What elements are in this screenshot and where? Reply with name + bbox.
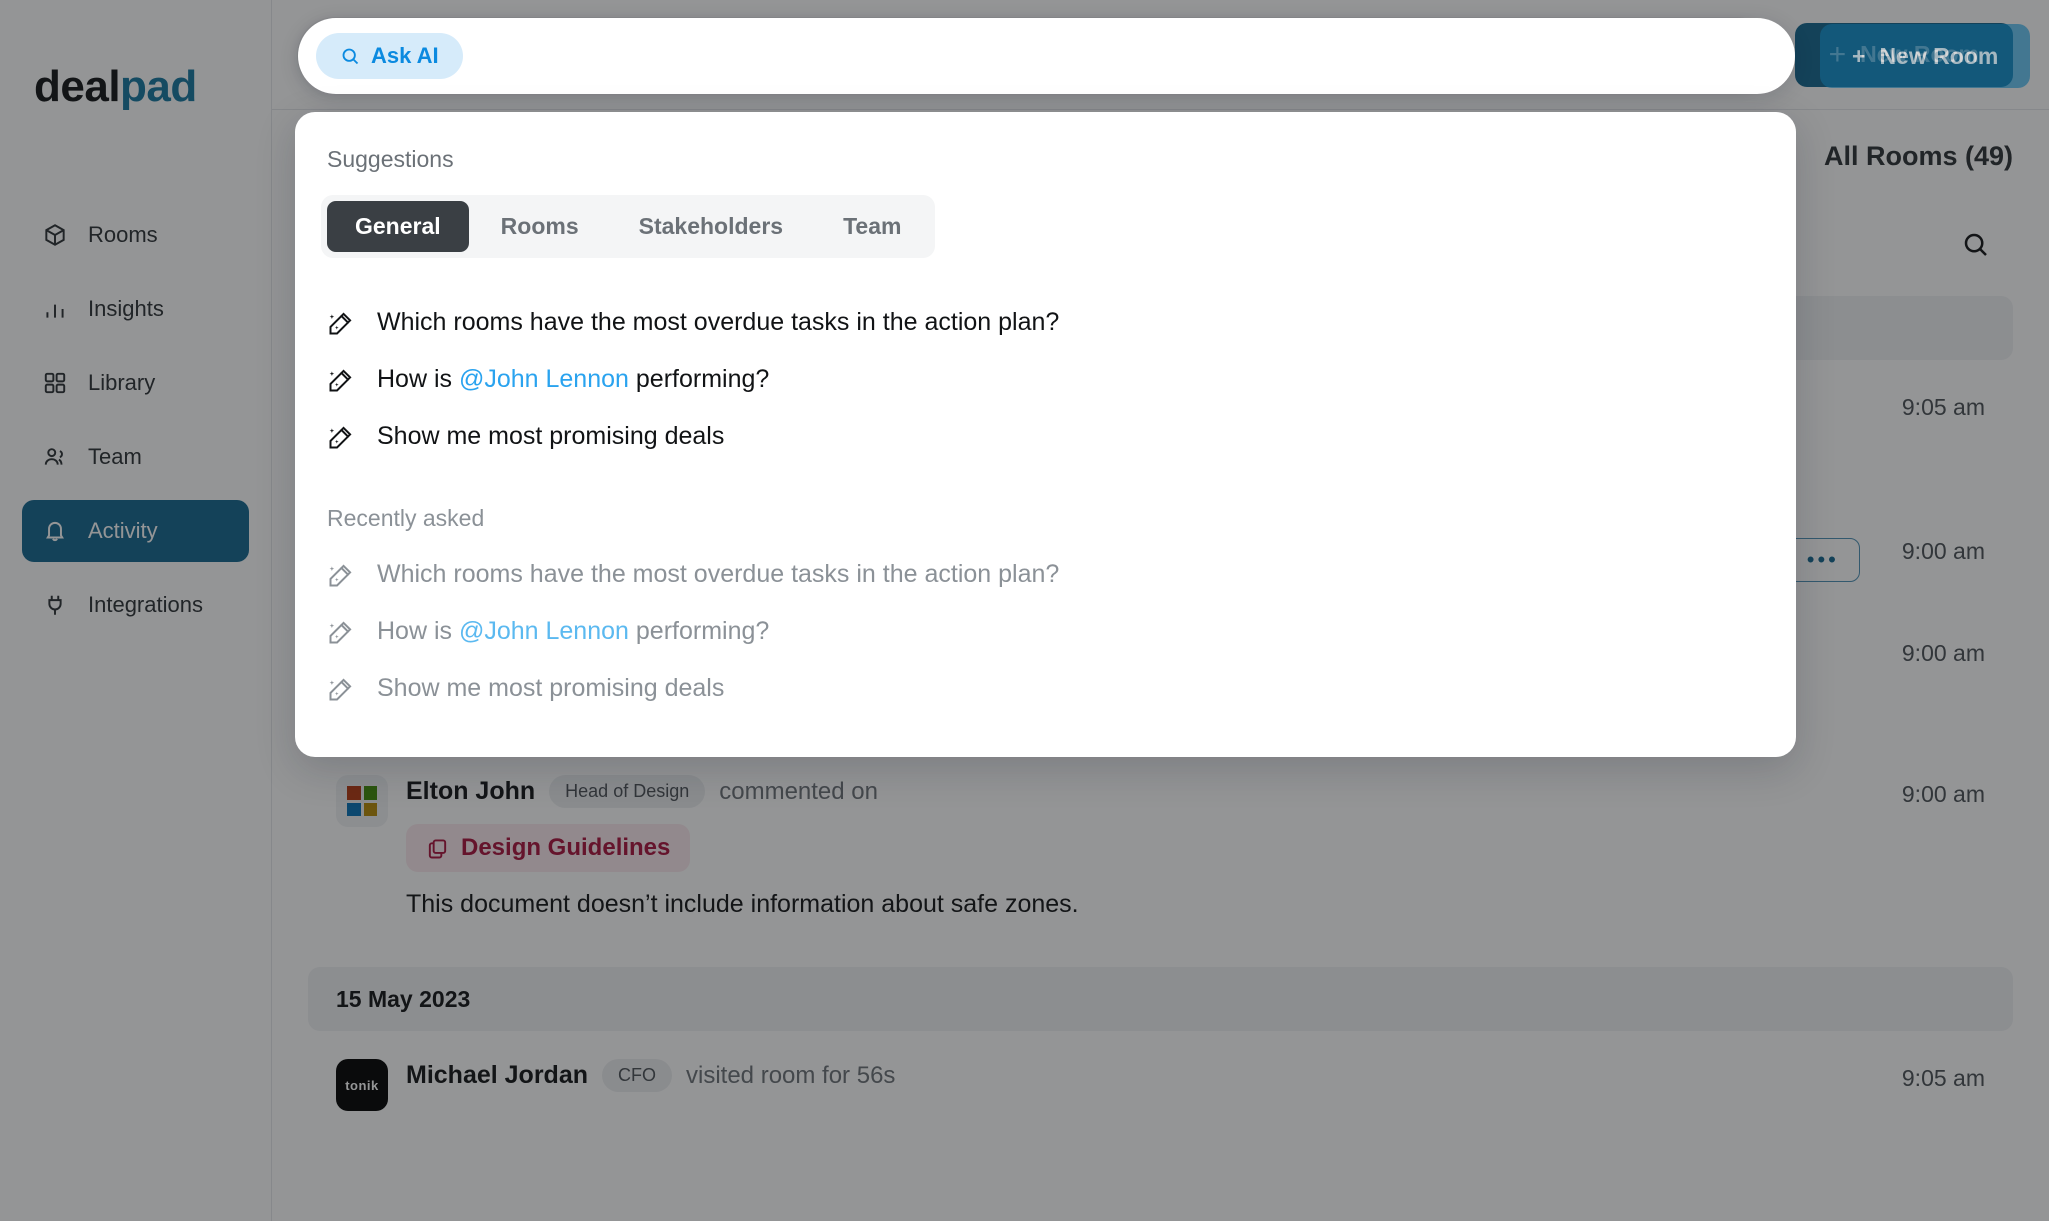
ask-ai-search-bar-active[interactable]: Ask AI <box>298 18 1795 94</box>
new-room-button[interactable]: + New Room <box>1820 24 2031 88</box>
recent-text: How is @John Lennon performing? <box>377 617 770 645</box>
suggestion-text: Which rooms have the most overdue tasks … <box>377 308 1060 336</box>
recent-text: Which rooms have the most overdue tasks … <box>377 560 1060 588</box>
suggestion-tabs: General Rooms Stakeholders Team <box>321 195 936 258</box>
recent-item[interactable]: Which rooms have the most overdue tasks … <box>321 546 1770 603</box>
suggestions-heading: Suggestions <box>327 146 454 172</box>
recent-item[interactable]: How is @John Lennon performing? <box>321 603 1770 660</box>
ask-ai-label: Ask AI <box>371 43 439 68</box>
magic-wand-icon <box>327 561 355 589</box>
magic-wand-icon <box>327 618 355 646</box>
ai-suggestions-panel: Suggestions General Rooms Stakeholders T… <box>295 112 1796 757</box>
suggestion-item[interactable]: How is @John Lennon performing? <box>321 351 1770 408</box>
tab-stakeholders[interactable]: Stakeholders <box>611 201 811 252</box>
magic-wand-icon <box>327 675 355 703</box>
recent-item[interactable]: Show me most promising deals <box>321 660 1770 717</box>
new-room-label: New Room <box>1879 42 1999 69</box>
tab-general[interactable]: General <box>327 201 469 252</box>
magic-wand-icon <box>327 309 355 337</box>
suggestion-item[interactable]: Show me most promising deals <box>321 408 1770 465</box>
mention-token[interactable]: @John Lennon <box>459 365 629 393</box>
search-icon <box>342 48 359 64</box>
plus-icon: + <box>1852 42 1866 69</box>
suggestion-text: How is @John Lennon performing? <box>377 365 770 393</box>
app-root: dealpad Rooms Insights Library Team Acti… <box>0 0 2049 1221</box>
suggestion-item[interactable]: Which rooms have the most overdue tasks … <box>321 294 1770 351</box>
tab-rooms[interactable]: Rooms <box>473 201 607 252</box>
mention-token[interactable]: @John Lennon <box>459 617 629 645</box>
ask-ai-pill[interactable]: Ask AI <box>316 33 463 79</box>
magic-wand-icon <box>327 366 355 394</box>
tab-team[interactable]: Team <box>815 201 929 252</box>
magic-wand-icon <box>327 423 355 451</box>
suggestion-text: Show me most promising deals <box>377 422 725 450</box>
recently-asked-heading: Recently asked <box>327 505 485 531</box>
recent-text: Show me most promising deals <box>377 674 725 702</box>
